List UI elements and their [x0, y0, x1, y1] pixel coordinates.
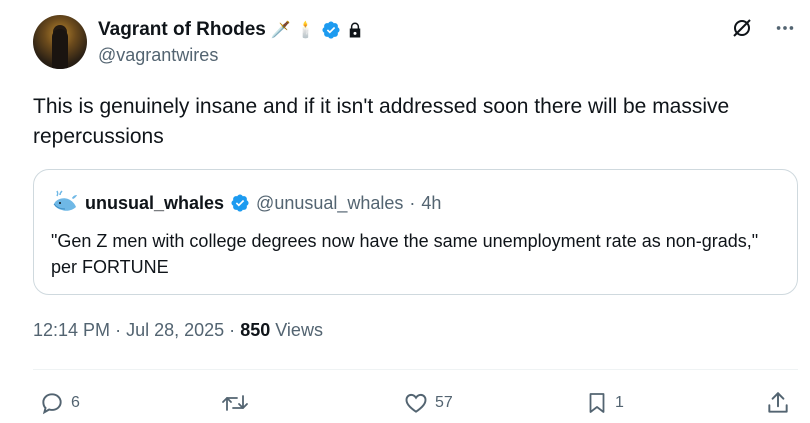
bookmark-button[interactable]: 1: [585, 390, 624, 416]
tweet-date[interactable]: Jul 28, 2025: [126, 320, 224, 340]
reply-button[interactable]: 6: [39, 390, 80, 416]
retweet-icon: [220, 390, 250, 416]
views-label: Views: [275, 320, 323, 340]
quoted-tweet-header: unusual_whales @unusual_whales · 4h: [51, 189, 441, 217]
quoted-time[interactable]: 4h: [421, 193, 441, 214]
bookmark-icon: [585, 390, 609, 416]
author-display-name[interactable]: Vagrant of Rhodes: [98, 19, 266, 41]
lock-icon: [346, 21, 364, 39]
retweet-button[interactable]: [220, 390, 250, 416]
tweet-time[interactable]: 12:14 PM: [33, 320, 110, 340]
reply-icon: [39, 390, 65, 416]
meta-separator: ·: [115, 320, 122, 340]
tweet-meta: 12:14 PM · Jul 28, 2025 · 850 Views: [33, 320, 323, 341]
author-handle[interactable]: @vagrantwires: [98, 45, 218, 66]
candle-emoji: 🕯️: [295, 22, 316, 39]
grok-icon[interactable]: [730, 16, 754, 40]
views-count: 850: [240, 320, 271, 340]
like-count: 57: [435, 394, 453, 411]
quoted-handle[interactable]: @unusual_whales: [256, 193, 403, 214]
quoted-avatar-whale-icon[interactable]: [51, 189, 79, 217]
meta-separator-2: ·: [229, 320, 236, 340]
tweet-text: This is genuinely insane and if it isn't…: [33, 95, 730, 148]
quoted-display-name[interactable]: unusual_whales: [85, 193, 224, 214]
quoted-separator: ·: [409, 192, 416, 213]
like-icon: [403, 390, 429, 416]
author-name-row: Vagrant of Rhodes 🗡️ 🕯️: [98, 18, 364, 42]
dagger-emoji: 🗡️: [270, 22, 291, 39]
avatar-figure: [52, 29, 68, 69]
share-icon: [765, 390, 791, 416]
bookmark-count: 1: [615, 394, 624, 411]
share-button[interactable]: [765, 390, 791, 416]
quoted-tweet-text: "Gen Z men with college degrees now have…: [51, 231, 759, 277]
top-actions: [730, 16, 796, 40]
verified-badge-icon[interactable]: [321, 20, 341, 40]
reply-count: 6: [71, 394, 80, 411]
more-icon[interactable]: [774, 17, 796, 39]
quoted-tweet[interactable]: unusual_whales @unusual_whales · 4h "Gen…: [33, 169, 798, 295]
like-button[interactable]: 57: [403, 390, 453, 416]
quoted-verified-badge-icon: [230, 193, 250, 213]
divider: [33, 369, 798, 370]
author-avatar[interactable]: [33, 15, 87, 69]
